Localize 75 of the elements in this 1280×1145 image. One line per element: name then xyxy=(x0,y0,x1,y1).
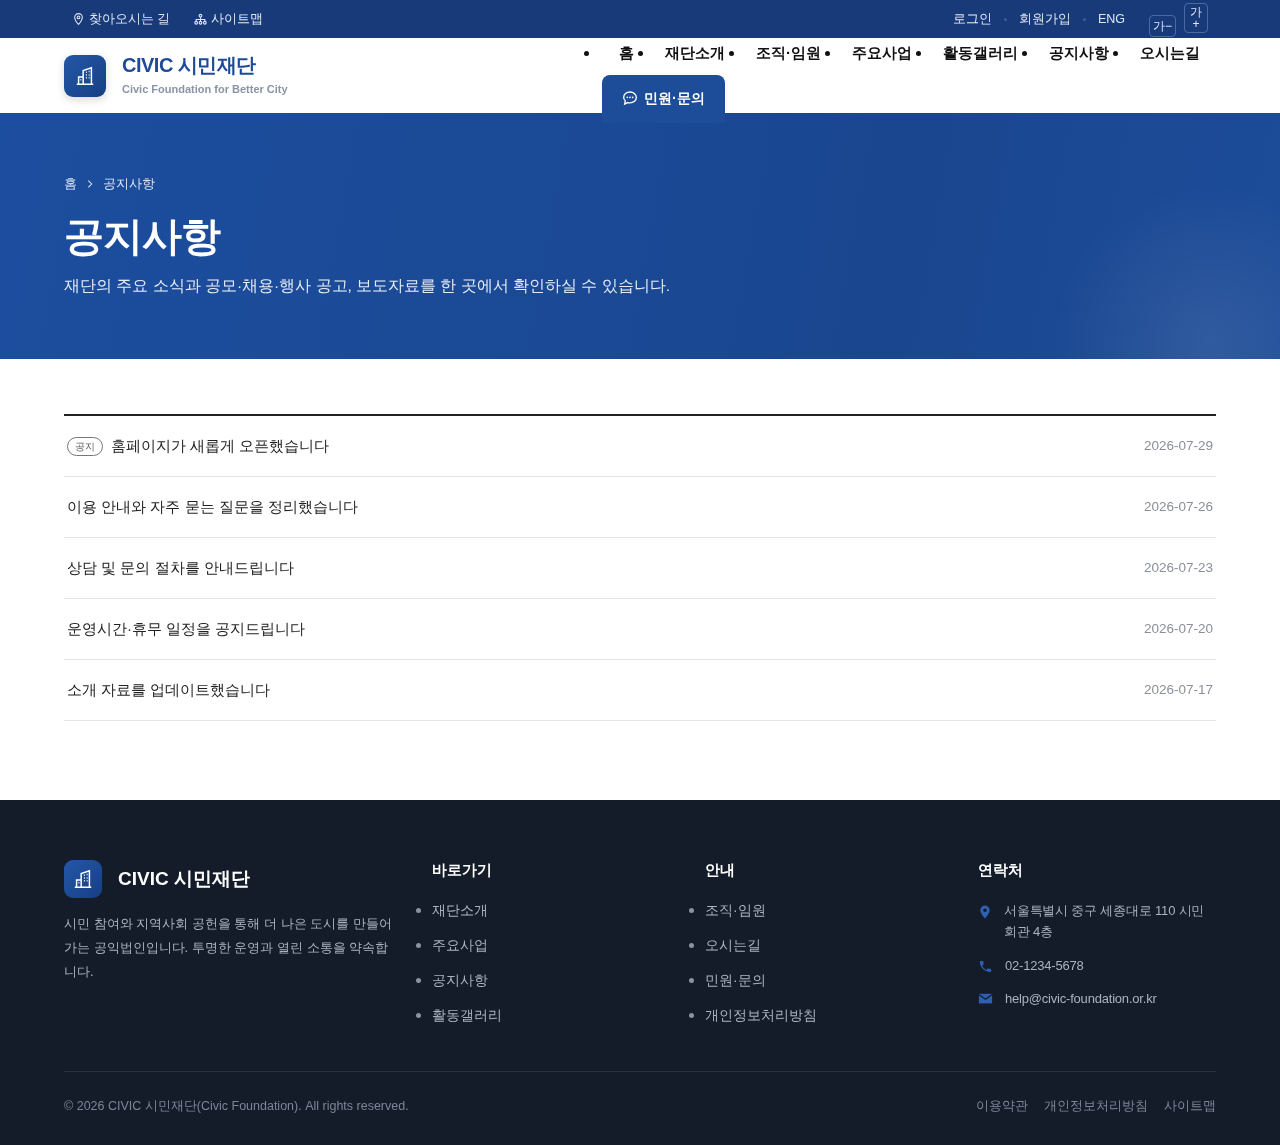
bullet-dot xyxy=(689,942,694,948)
breadcrumb-link[interactable]: 홈 xyxy=(64,175,77,194)
contact-text: 02-1234-5678 xyxy=(1005,956,1084,975)
notice-date: 2026-07-23 xyxy=(1143,558,1213,577)
top-link[interactable]: 찾아오시는 길 xyxy=(72,9,171,29)
bullet-dot xyxy=(416,977,421,983)
building-icon xyxy=(72,868,94,890)
footer-bottom-link[interactable]: 사이트맵 xyxy=(1164,1097,1216,1116)
bullet-dot xyxy=(1113,50,1118,56)
bullet-dot xyxy=(638,50,643,56)
nav-link[interactable]: 재단소개 xyxy=(665,42,725,65)
bullet-dot xyxy=(689,907,694,913)
bullet-dot xyxy=(916,50,921,56)
bullet-dot xyxy=(729,50,734,56)
nav-link[interactable]: 조직·임원 xyxy=(756,42,821,65)
notice-title[interactable]: 홈페이지가 새롭게 오픈했습니다 xyxy=(111,434,330,458)
bullet-dot xyxy=(825,50,830,56)
font-size-decrease-button[interactable]: 가− xyxy=(1149,15,1176,37)
nav-link[interactable]: 활동갤러리 xyxy=(943,42,1018,65)
chat-bubble-icon xyxy=(622,90,638,106)
footer-heading: 안내 xyxy=(705,861,736,880)
bullet-dot xyxy=(689,977,694,983)
footer-link[interactable]: 조직·임원 xyxy=(705,899,766,921)
page-title: 공지사항 xyxy=(64,212,222,260)
notice-date: 2026-07-29 xyxy=(1143,436,1213,455)
notice-title[interactable]: 소개 자료를 업데이트했습니다 xyxy=(67,678,271,702)
bullet-dot xyxy=(416,1012,421,1018)
notice-date: 2026-07-17 xyxy=(1143,680,1213,699)
top-link[interactable]: 회원가입 xyxy=(1018,9,1071,29)
nav-link[interactable]: 홈 xyxy=(619,42,634,65)
bullet-dot xyxy=(584,50,589,56)
font-size-increase-button[interactable]: 가+ xyxy=(1184,3,1208,33)
contact-text: 서울특별시 중구 세종대로 110 시민회관 4층 xyxy=(1004,901,1206,942)
sitemap-icon xyxy=(194,12,208,26)
nav-link[interactable]: 주요사업 xyxy=(852,42,912,65)
contact-text: help@civic-foundation.or.kr xyxy=(1005,990,1157,1009)
bullet-dot xyxy=(416,942,421,948)
footer-link[interactable]: 오시는길 xyxy=(705,934,761,956)
phone-icon xyxy=(978,958,993,974)
footer-link[interactable]: 개인정보처리방침 xyxy=(705,1004,817,1026)
location-pin-icon xyxy=(978,903,992,920)
complaint-button[interactable]: 민원·문의 xyxy=(602,74,725,123)
bullet-dot xyxy=(689,1012,694,1018)
bullet-dot xyxy=(1022,50,1027,56)
page-subtitle: 재단의 주요 소식과 공모·채용·행사 공고, 보도자료를 한 곳에서 확인하실 수 있습니다. xyxy=(64,275,671,296)
footer-link[interactable]: 재단소개 xyxy=(432,899,488,921)
chevron-right-icon xyxy=(85,179,95,190)
notice-title[interactable]: 상담 및 문의 절차를 안내드립니다 xyxy=(67,556,294,580)
top-link[interactable]: 사이트맵 xyxy=(194,9,264,29)
notice-title[interactable]: 운영시간·휴무 일정을 공지드립니다 xyxy=(67,617,306,641)
copyright-text: © 2026 CIVIC 시민재단(Civic Foundation). All rights reserved. xyxy=(64,1098,409,1116)
footer-heading: 바로가기 xyxy=(432,861,493,880)
footer-link[interactable]: 공지사항 xyxy=(432,969,488,991)
footer-heading: 연락처 xyxy=(978,861,1024,880)
location-pin-icon xyxy=(72,12,85,26)
notice-title[interactable]: 이용 안내와 자주 묻는 질문을 정리했습니다 xyxy=(67,495,358,519)
footer-link[interactable]: 활동갤러리 xyxy=(432,1004,502,1026)
top-link[interactable]: ENG xyxy=(1097,9,1125,29)
notice-date: 2026-07-20 xyxy=(1143,619,1213,638)
nav-link[interactable]: 공지사항 xyxy=(1049,42,1109,65)
breadcrumb-link[interactable]: 공지사항 xyxy=(103,175,155,194)
footer-logo-title: CIVIC 시민재단 xyxy=(118,866,250,891)
footer-bottom-link[interactable]: 이용약관 xyxy=(976,1097,1028,1116)
footer-description: 시민 참여와 지역사회 공헌을 통해 더 나은 도시를 만들어가는 공익법인입니다. 투명한 운영과 열린 소통을 약속합니다. xyxy=(64,915,393,982)
notice-date: 2026-07-26 xyxy=(1143,497,1213,516)
logo-subtitle: Civic Foundation for Better City xyxy=(122,82,288,98)
footer-link[interactable]: 민원·문의 xyxy=(705,969,766,991)
footer-bottom-link[interactable]: 개인정보처리방침 xyxy=(1044,1097,1148,1116)
top-link[interactable]: 로그인 xyxy=(952,9,992,29)
mail-icon xyxy=(978,992,993,1005)
logo-title: CIVIC 시민재단 xyxy=(122,53,257,78)
footer-link[interactable]: 주요사업 xyxy=(432,934,488,956)
building-icon xyxy=(74,64,96,87)
bullet-dot xyxy=(416,907,421,913)
nav-link[interactable]: 오시는길 xyxy=(1140,42,1200,65)
